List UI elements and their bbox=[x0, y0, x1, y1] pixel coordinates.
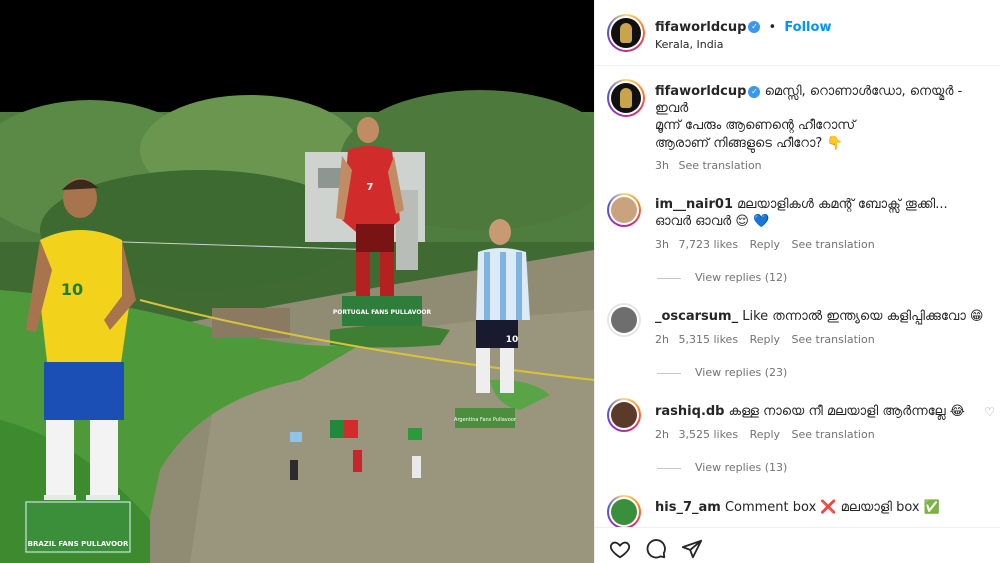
verified-badge-icon: ✓ bbox=[748, 85, 761, 98]
comment-item: rashiq.db കള്ള നായെ നീ മലയാളി ആർന്നല്ലേ … bbox=[655, 403, 985, 420]
comment-reply-button[interactable]: Reply bbox=[750, 333, 780, 346]
comment-username[interactable]: rashiq.db bbox=[655, 404, 725, 419]
author-username[interactable]: fifaworldcup bbox=[655, 20, 746, 35]
comment-text: മലയാളികൾ കമന്റ് ബോക്സ് തൂക്കി... bbox=[737, 197, 948, 212]
post-actions-bar bbox=[595, 527, 1000, 563]
caption-line-2: മൂന്ന് പേരും ആണെന്റെ ഹീറോസ് bbox=[655, 118, 856, 133]
view-replies-label: View replies (13) bbox=[695, 461, 788, 474]
heart-icon[interactable] bbox=[609, 538, 631, 560]
post-location[interactable]: Kerala, India bbox=[655, 38, 723, 51]
comment-username[interactable]: _oscarsum_ bbox=[655, 309, 738, 324]
comment-text: Comment box ❌ മലയാളി box ✅ bbox=[724, 500, 940, 515]
separator-dot: • bbox=[768, 20, 777, 35]
view-replies-button[interactable]: View replies (12) bbox=[657, 271, 787, 284]
comment-meta: 2h 5,315 likes Reply See translation bbox=[655, 333, 875, 346]
caption-see-translation[interactable]: See translation bbox=[678, 159, 761, 172]
sign-argentina: Argentina Fans Pullavoor bbox=[454, 417, 517, 423]
comment-username[interactable]: his_7_am bbox=[655, 500, 721, 515]
comment-likes[interactable]: 3,525 likes bbox=[678, 428, 738, 441]
caption-meta: 3h See translation bbox=[655, 159, 762, 172]
comment-meta: 3h 7,723 likes Reply See translation bbox=[655, 238, 875, 251]
comment-time[interactable]: 2h bbox=[655, 428, 669, 441]
jersey-number-argentina: 10 bbox=[506, 335, 519, 345]
comment-item: _oscarsum_ Like തന്നാൽ ഇന്ത്യയെ കളിപ്പിക… bbox=[655, 308, 995, 325]
follow-button[interactable]: Follow bbox=[784, 20, 831, 35]
comment-icon[interactable] bbox=[645, 538, 667, 560]
sign-brazil: BRAZIL FANS PULLAVOOR bbox=[28, 540, 129, 548]
post-photo[interactable]: BRAZIL FANS PULLAVOOR 10 PORTUGAL FANS P… bbox=[0, 0, 594, 563]
caption-time[interactable]: 3h bbox=[655, 159, 669, 172]
share-icon[interactable] bbox=[681, 538, 703, 560]
comment-username[interactable]: im__nair01 bbox=[655, 197, 733, 212]
caption-username[interactable]: fifaworldcup bbox=[655, 84, 746, 99]
view-replies-label: View replies (12) bbox=[695, 271, 788, 284]
jersey-number-brazil: 10 bbox=[61, 280, 83, 299]
verified-badge-icon: ✓ bbox=[748, 20, 761, 33]
comment-text: Like തന്നാൽ ഇന്ത്യയെ കളിപ്പിക്കുവോ 😁 bbox=[742, 309, 984, 324]
comment-see-translation[interactable]: See translation bbox=[792, 238, 875, 251]
sign-portugal: PORTUGAL FANS PULLAVOOR bbox=[333, 309, 432, 316]
comment-meta: 2h 3,525 likes Reply See translation bbox=[655, 428, 875, 441]
comment-avatar[interactable] bbox=[607, 495, 641, 527]
comment-item: im__nair01 മലയാളികൾ കമന്റ് ബോക്സ് തൂക്കി… bbox=[655, 196, 995, 230]
jersey-number-portugal: 7 bbox=[367, 182, 374, 193]
post-header: fifaworldcup ✓ • Follow Kerala, India bbox=[595, 0, 1000, 66]
comment-reply-button[interactable]: Reply bbox=[750, 428, 780, 441]
comment-text: കള്ള നായെ നീ മലയാളി ആർന്നല്ലേ 😂 bbox=[728, 404, 965, 419]
caption-avatar[interactable] bbox=[607, 79, 645, 117]
caption-line-3: ആരാണ് നിങ്ങളുടെ ഹീറോ? 👇 bbox=[655, 136, 843, 151]
comment-avatar[interactable] bbox=[607, 398, 641, 432]
view-replies-label: View replies (23) bbox=[695, 366, 788, 379]
trophy-icon bbox=[620, 23, 632, 43]
comment-like-icon[interactable]: ♡ bbox=[984, 405, 995, 419]
comment-avatar[interactable] bbox=[607, 303, 641, 337]
comment-see-translation[interactable]: See translation bbox=[792, 333, 875, 346]
comment-see-translation[interactable]: See translation bbox=[792, 428, 875, 441]
comments-scroll-area[interactable]: fifaworldcup ✓ മെസ്സി, റൊണാൾഡോ, നെയ്മർ - … bbox=[595, 67, 1000, 527]
trophy-icon bbox=[620, 88, 632, 108]
comment-avatar[interactable] bbox=[607, 193, 641, 227]
instagram-post-view: BRAZIL FANS PULLAVOOR 10 PORTUGAL FANS P… bbox=[0, 0, 1000, 563]
view-replies-button[interactable]: View replies (23) bbox=[657, 366, 787, 379]
comment-text-line-2: ഓവർ ഓവർ 😌 💙 bbox=[655, 214, 770, 229]
post-side-panel: fifaworldcup ✓ • Follow Kerala, India fif… bbox=[594, 0, 1000, 563]
comment-likes[interactable]: 7,723 likes bbox=[678, 238, 738, 251]
caption: fifaworldcup ✓ മെസ്സി, റൊണാൾഡോ, നെയ്മർ - … bbox=[655, 83, 995, 134]
comment-time[interactable]: 3h bbox=[655, 238, 669, 251]
comment-time[interactable]: 2h bbox=[655, 333, 669, 346]
photo-canvas: BRAZIL FANS PULLAVOOR 10 PORTUGAL FANS P… bbox=[0, 0, 594, 563]
comment-reply-button[interactable]: Reply bbox=[750, 238, 780, 251]
view-replies-button[interactable]: View replies (13) bbox=[657, 461, 787, 474]
comment-item: his_7_am Comment box ❌ മലയാളി box ✅ bbox=[655, 499, 995, 516]
comment-likes[interactable]: 5,315 likes bbox=[678, 333, 738, 346]
author-avatar[interactable] bbox=[607, 14, 645, 52]
